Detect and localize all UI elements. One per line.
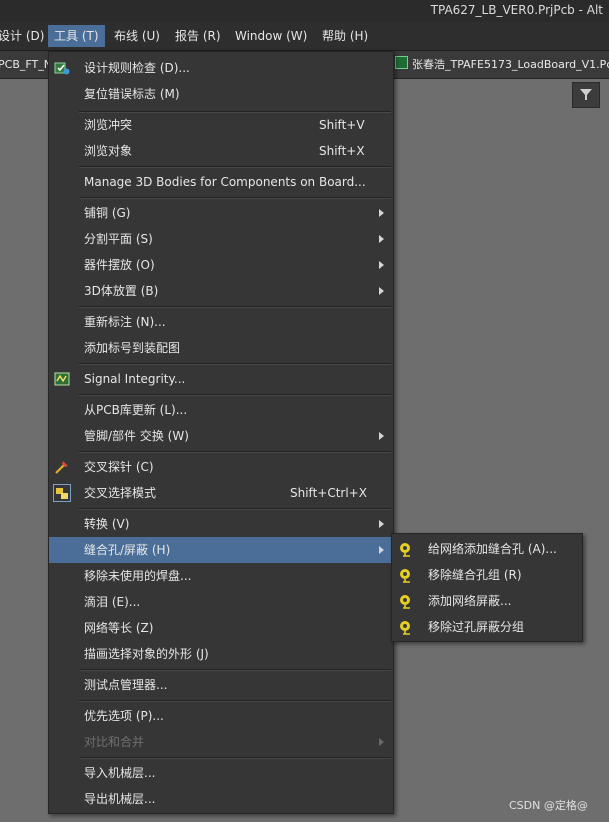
tab-pcb-ft[interactable]: PCB_FT_NI <box>0 55 55 75</box>
cross-probe-icon <box>55 461 68 474</box>
menu-item-re-annotate[interactable]: 重新标注 (N)... <box>49 309 393 335</box>
menu-separator <box>79 508 391 510</box>
signal-integrity-icon <box>54 372 70 386</box>
menu-separator <box>79 394 391 396</box>
submenu-item-remove-stitching[interactable]: 移除缝合孔组 (R) <box>392 562 582 588</box>
menu-item-convert[interactable]: 转换 (V) <box>49 511 393 537</box>
menu-item-pin-part-swap[interactable]: 管脚/部件 交换 (W) <box>49 423 393 449</box>
drc-check-icon <box>54 62 70 75</box>
menu-tools[interactable]: 工具 (T) <box>48 25 105 47</box>
tools-menu: 设计规则检查 (D)... 复位错误标志 (M) 浏览冲突 Shift+V 浏览… <box>48 51 394 814</box>
menu-item-compare-merge: 对比和合并 <box>49 729 393 755</box>
via-icon <box>400 543 410 557</box>
menu-separator <box>79 363 391 365</box>
menu-separator <box>79 669 391 671</box>
watermark: CSDN @定格@ <box>509 799 588 812</box>
via-icon <box>400 595 410 609</box>
menu-item-update-from-library[interactable]: 从PCB库更新 (L)... <box>49 397 393 423</box>
menu-separator <box>79 197 391 199</box>
menu-separator <box>79 306 391 308</box>
pcb-document-icon <box>395 56 408 69</box>
menu-item-3d-body-placement[interactable]: 3D体放置 (B) <box>49 278 393 304</box>
menu-item-teardrops[interactable]: 滴泪 (E)... <box>49 589 393 615</box>
window-title: TPA627_LB_VER0.PrjPcb - Alt <box>430 3 603 17</box>
filter-button[interactable] <box>572 82 600 108</box>
menu-route[interactable]: 布线 (U) <box>108 25 166 47</box>
menu-separator <box>79 757 391 759</box>
menu-item-remove-unused-pads[interactable]: 移除未使用的焊盘... <box>49 563 393 589</box>
menu-item-browse-violations[interactable]: 浏览冲突 Shift+V <box>49 112 393 138</box>
menu-design[interactable]: 设计 (D) <box>0 25 50 47</box>
menu-reports[interactable]: 报告 (R) <box>169 25 227 47</box>
menu-help[interactable]: 帮助 (H) <box>316 25 374 47</box>
via-icon <box>400 621 410 635</box>
submenu-arrow-icon <box>379 432 384 440</box>
menu-item-add-designators[interactable]: 添加标号到装配图 <box>49 335 393 361</box>
menu-item-component-placement[interactable]: 器件摆放 (O) <box>49 252 393 278</box>
submenu-item-add-stitching[interactable]: 给网络添加缝合孔 (A)... <box>392 536 582 562</box>
menu-item-drc[interactable]: 设计规则检查 (D)... <box>49 55 393 81</box>
menu-separator <box>79 451 391 453</box>
submenu-arrow-icon <box>379 261 384 269</box>
menu-item-cross-probe[interactable]: 交叉探针 (C) <box>49 454 393 480</box>
menu-bar: 设计 (D) 工具 (T) 布线 (U) 报告 (R) Window (W) 帮… <box>0 22 609 51</box>
submenu-arrow-icon <box>379 287 384 295</box>
menu-item-via-stitching[interactable]: 缝合孔/屏蔽 (H) <box>49 537 393 563</box>
submenu-arrow-icon <box>379 209 384 217</box>
submenu-arrow-icon <box>379 546 384 554</box>
menu-item-signal-integrity[interactable]: Signal Integrity... <box>49 366 393 392</box>
submenu-item-remove-shielding[interactable]: 移除过孔屏蔽分组 <box>392 614 582 640</box>
via-icon <box>400 569 410 583</box>
submenu-arrow-icon <box>379 235 384 243</box>
menu-item-testpoint-manager[interactable]: 测试点管理器... <box>49 672 393 698</box>
menu-item-preferences[interactable]: 优先选项 (P)... <box>49 703 393 729</box>
menu-window[interactable]: Window (W) <box>229 25 313 47</box>
submenu-arrow-icon <box>379 738 384 746</box>
tab-loadboard-label: 张春浩_TPAFE5173_LoadBoard_V1.Pcb <box>412 58 609 71</box>
menu-item-browse-objects[interactable]: 浏览对象 Shift+X <box>49 138 393 164</box>
submenu-arrow-icon <box>379 520 384 528</box>
menu-separator <box>79 700 391 702</box>
menu-item-length-tuning[interactable]: 网络等长 (Z) <box>49 615 393 641</box>
menu-item-polygon-pours[interactable]: 铺铜 (G) <box>49 200 393 226</box>
menu-item-import-mech-layers[interactable]: 导入机械层... <box>49 760 393 786</box>
tab-loadboard-pcb[interactable]: 张春浩_TPAFE5173_LoadBoard_V1.Pcb <box>395 55 609 75</box>
title-bar: TPA627_LB_VER0.PrjPcb - Alt <box>0 0 609 22</box>
menu-item-split-planes[interactable]: 分割平面 (S) <box>49 226 393 252</box>
cross-select-icon <box>53 484 71 502</box>
via-stitching-submenu: 给网络添加缝合孔 (A)... 移除缝合孔组 (R) 添加网络屏蔽... 移除过… <box>391 533 583 642</box>
menu-separator <box>79 166 391 168</box>
menu-item-cross-select-mode[interactable]: 交叉选择模式 Shift+Ctrl+X <box>49 480 393 506</box>
menu-item-export-mech-layers[interactable]: 导出机械层... <box>49 786 393 812</box>
menu-item-outline-selected[interactable]: 描画选择对象的外形 (J) <box>49 641 393 667</box>
submenu-item-add-shielding[interactable]: 添加网络屏蔽... <box>392 588 582 614</box>
menu-item-manage-3d-bodies[interactable]: Manage 3D Bodies for Components on Board… <box>49 169 393 195</box>
menu-item-reset-errors[interactable]: 复位错误标志 (M) <box>49 81 393 107</box>
